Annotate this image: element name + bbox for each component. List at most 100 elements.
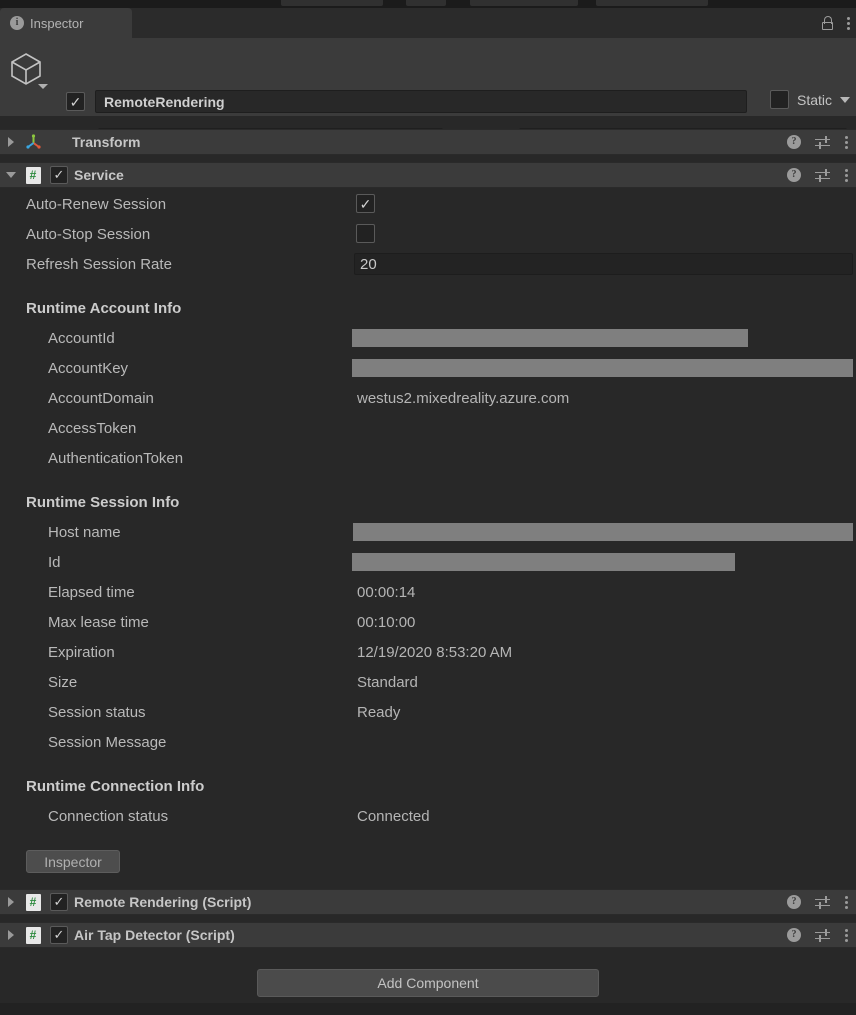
section-title: Runtime Session Info [26, 493, 180, 511]
help-icon[interactable]: ? [787, 168, 801, 182]
foldout-arrow-service[interactable] [0, 172, 22, 178]
property-label: Connection status [48, 807, 169, 825]
component-actions: ? [787, 895, 848, 909]
inspector-button[interactable]: Inspector [26, 850, 120, 873]
property-row-auto-stop: Auto-Stop Session ✓ [0, 219, 856, 249]
gameobject-name-input[interactable]: RemoteRendering [95, 90, 747, 113]
tab-bar-actions [821, 8, 850, 38]
tab-label: Inspector [30, 15, 84, 31]
property-value: 12/19/2020 8:53:20 AM [357, 643, 513, 661]
lock-icon[interactable] [821, 16, 834, 30]
preset-settings-icon[interactable] [815, 135, 830, 149]
foldout-arrow-remote-rendering[interactable] [0, 897, 22, 907]
component-actions: ? [787, 928, 848, 942]
component-title: Transform [72, 134, 141, 150]
tab-bar: i Inspector [0, 8, 856, 38]
help-icon[interactable]: ? [787, 135, 801, 149]
kebab-menu-icon[interactable] [846, 16, 850, 30]
section-header-connection-info: Runtime Connection Info [0, 771, 856, 801]
section-header-account-info: Runtime Account Info [0, 293, 856, 323]
preset-settings-icon[interactable] [815, 895, 830, 909]
redacted-value-accountid [352, 329, 748, 347]
property-row-id: Id [0, 547, 856, 577]
add-component-button[interactable]: Add Component [257, 969, 599, 997]
toolbar-fragment [406, 0, 446, 6]
property-label: Id [48, 553, 61, 571]
component-actions: ? [787, 135, 848, 149]
static-chevron-down-icon[interactable] [840, 96, 850, 103]
property-label: Size [48, 673, 78, 691]
component-actions: ? [787, 168, 848, 182]
property-label: Elapsed time [48, 583, 135, 601]
property-value: Ready [357, 703, 401, 721]
auto-stop-session-checkbox[interactable]: ✓ [356, 224, 375, 244]
property-row-account-key: AccountKey [0, 353, 856, 383]
property-row-account-id: AccountId [0, 323, 856, 353]
help-icon[interactable]: ? [787, 928, 801, 942]
toolbar-fragment [470, 0, 578, 6]
property-row-connection-status: Connection status Connected [0, 801, 856, 831]
property-label: AccountDomain [48, 389, 154, 407]
component-title: Remote Rendering (Script) [74, 894, 252, 910]
static-toggle-group: ✓ Static [769, 90, 850, 109]
property-value: westus2.mixedreality.azure.com [357, 389, 570, 407]
component-title: Air Tap Detector (Script) [74, 927, 235, 943]
property-row-expiration: Expiration 12/19/2020 8:53:20 AM [0, 637, 856, 667]
toolbar-fragment [281, 0, 383, 6]
component-header-remote-rendering[interactable]: # ✓ Remote Rendering (Script) ? [0, 889, 856, 915]
property-row-account-domain: AccountDomain westus2.mixedreality.azure… [0, 383, 856, 413]
foldout-arrow-transform[interactable] [0, 137, 22, 147]
property-row-access-token: AccessToken [0, 413, 856, 443]
component-header-transform[interactable]: Transform ? [0, 129, 856, 155]
gameobject-dropdown-caret-icon[interactable] [38, 84, 48, 89]
component-title: Service [74, 167, 124, 183]
cs-script-icon: # [22, 166, 44, 184]
preset-settings-icon[interactable] [815, 168, 830, 182]
help-icon[interactable]: ? [787, 895, 801, 909]
redacted-value-accountkey [352, 359, 853, 377]
property-label: Auto-Stop Session [26, 225, 151, 243]
property-row-session-message: Session Message [0, 727, 856, 757]
kebab-menu-icon[interactable] [844, 895, 848, 909]
kebab-menu-icon[interactable] [844, 135, 848, 149]
gameobject-active-checkbox[interactable]: ✓ [66, 92, 85, 111]
property-row-auto-renew: Auto-Renew Session ✓ [0, 189, 856, 219]
component-enabled-checkbox[interactable]: ✓ [50, 165, 68, 184]
property-label: Session Message [48, 733, 167, 751]
toolbar-fragment [596, 0, 708, 6]
preset-settings-icon[interactable] [815, 928, 830, 942]
property-label: AccountKey [48, 359, 129, 377]
property-value: Connected [357, 807, 430, 825]
service-body: Auto-Renew Session ✓ Auto-Stop Session ✓… [0, 189, 856, 831]
component-header-air-tap-detector[interactable]: # ✓ Air Tap Detector (Script) ? [0, 922, 856, 948]
kebab-menu-icon[interactable] [844, 168, 848, 182]
foldout-arrow-air-tap-detector[interactable] [0, 930, 22, 940]
bottom-bar [0, 1003, 856, 1015]
tab-inspector[interactable]: i Inspector [0, 8, 132, 38]
component-enabled-checkbox[interactable]: ✓ [50, 892, 68, 911]
static-checkbox[interactable]: ✓ [769, 90, 789, 109]
transform-gizmo-icon [22, 133, 44, 151]
property-label: AccountId [48, 329, 115, 347]
property-row-refresh-rate: Refresh Session Rate 20 [0, 249, 856, 279]
property-value: 00:10:00 [357, 613, 416, 631]
property-row-elapsed-time: Elapsed time 00:00:14 [0, 577, 856, 607]
gameobject-cube-icon [8, 50, 48, 92]
property-label: Session status [48, 703, 146, 721]
redacted-value-id [352, 553, 735, 571]
inspector-window: i Inspector ✓ RemoteRendering ✓ Static [0, 0, 856, 1015]
property-row-session-status: Session status Ready [0, 697, 856, 727]
component-header-service[interactable]: # ✓ Service ? [0, 162, 856, 188]
property-value: 00:00:14 [357, 583, 416, 601]
kebab-menu-icon[interactable] [844, 928, 848, 942]
cs-script-icon: # [22, 926, 44, 944]
property-label: Auto-Renew Session [26, 195, 167, 213]
auto-renew-session-checkbox[interactable]: ✓ [356, 194, 375, 214]
property-label: Host name [48, 523, 121, 541]
refresh-session-rate-input[interactable]: 20 [354, 253, 853, 275]
property-label: AuthenticationToken [48, 449, 184, 467]
component-enabled-checkbox[interactable]: ✓ [50, 925, 68, 944]
property-label: Max lease time [48, 613, 149, 631]
gameobject-name-row: ✓ RemoteRendering [66, 90, 747, 113]
gameobject-header: ✓ RemoteRendering ✓ Static Tag Untagged … [0, 38, 856, 148]
